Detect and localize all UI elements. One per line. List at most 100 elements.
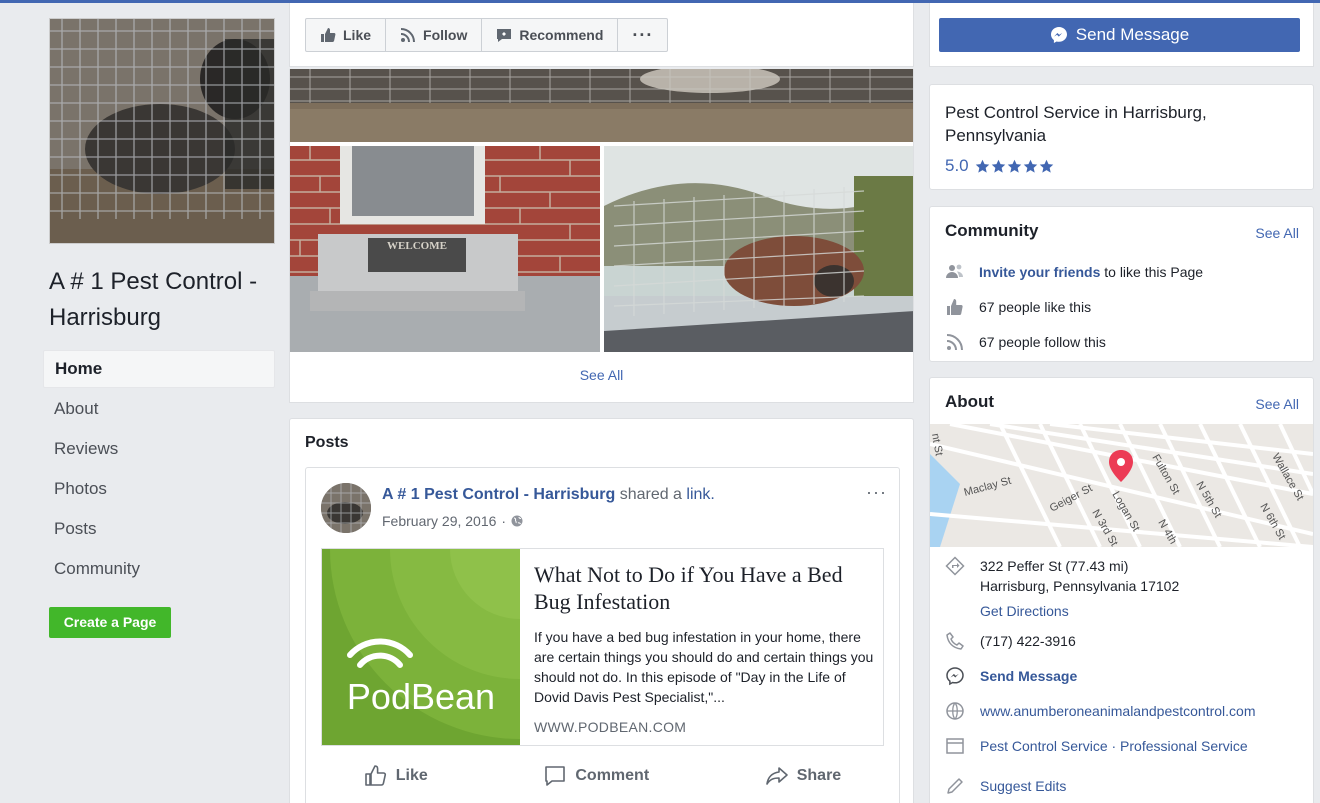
suggest-edits-row: Suggest Edits	[945, 776, 1066, 796]
star-icon	[1039, 159, 1053, 173]
about-see-all-link[interactable]: See All	[1255, 396, 1299, 412]
dot-separator: ·	[501, 513, 507, 529]
location-map[interactable]: Maclay St Geiger St Logan St N 3rd St Fu…	[930, 424, 1313, 547]
link-domain: WWW.PODBEAN.COM	[534, 719, 687, 735]
send-message-button[interactable]: Send Message	[939, 18, 1300, 52]
rating-stars	[975, 159, 1054, 174]
address-line-1: 322 Peffer St (77.43 mi)	[980, 558, 1129, 574]
phone-icon	[946, 632, 964, 650]
follow-page-button[interactable]: Follow	[386, 19, 483, 51]
nav-item-home[interactable]: Home	[43, 350, 275, 388]
page-title: A # 1 Pest Control - Harrisburg	[49, 268, 258, 331]
profile-picture[interactable]	[49, 18, 275, 244]
post-like-button[interactable]: Like	[364, 764, 428, 788]
follow-page-label: Follow	[423, 27, 468, 43]
post-comment-button[interactable]: Comment	[543, 764, 649, 788]
star-icon	[1007, 159, 1021, 173]
link-preview-card[interactable]: PodBean What Not to Do if You Have a Bed…	[321, 548, 884, 746]
doorstep-photo-image: WELCOME	[290, 146, 600, 352]
welcome-mat-text: WELCOME	[387, 240, 447, 252]
more-dots-icon: ···	[632, 24, 654, 45]
categories-link[interactable]: Pest Control Service · Professional Serv…	[980, 736, 1248, 756]
photo-welcome-mat[interactable]: WELCOME	[290, 146, 600, 352]
about-heading: About	[945, 392, 995, 411]
about-card: About See All Maclay St Geiger St Logan …	[929, 377, 1314, 803]
community-heading: Community	[945, 221, 1039, 240]
nav-item-reviews[interactable]: Reviews	[43, 430, 275, 470]
website-link[interactable]: www.anumberoneanimalandpestcontrol.com	[980, 701, 1255, 721]
messenger-icon	[1050, 27, 1067, 43]
address-row: 322 Peffer St (77.43 mi) Harrisburg, Pen…	[945, 556, 1179, 621]
star-icon	[1023, 159, 1037, 173]
rating-value: 5.0	[945, 156, 969, 175]
post-share-label: Share	[796, 767, 842, 784]
send-message-label: Send Message	[1075, 25, 1190, 44]
likes-count-row: 67 people like this	[945, 297, 1091, 317]
podbean-logo-text: PodBean	[347, 676, 495, 717]
nav-item-about[interactable]: About	[43, 390, 275, 430]
photo-cage-top[interactable]	[290, 69, 913, 142]
like-page-button[interactable]: Like	[306, 19, 387, 51]
address-line-2: Harrisburg, Pennsylvania 17102	[980, 578, 1180, 594]
like-outline-icon	[364, 765, 386, 786]
suggest-edits-link[interactable]: Suggest Edits	[980, 776, 1066, 796]
website-row: www.anumberoneanimalandpestcontrol.com	[945, 701, 1255, 721]
podbean-thumbnail: PodBean	[322, 549, 520, 745]
left-nav: Home About Reviews Photos Posts Communit…	[43, 350, 275, 590]
podbean-logo-image: PodBean	[322, 549, 520, 745]
send-message-link[interactable]: Send Message	[980, 666, 1077, 686]
street-map-image: Maclay St Geiger St Logan St N 3rd St Fu…	[930, 424, 1313, 547]
get-directions-link[interactable]: Get Directions	[980, 601, 1179, 621]
post-author-avatar[interactable]	[321, 483, 371, 533]
action-button-group: Like Follow Recommend ···	[305, 18, 669, 52]
phone-number[interactable]: (717) 422-3916	[980, 631, 1076, 651]
recommend-bubble-icon	[497, 29, 512, 42]
post-comment-label: Comment	[575, 767, 650, 784]
raccoon-trap-photo-image	[604, 146, 913, 352]
nav-item-photos[interactable]: Photos	[43, 470, 275, 510]
post-options-button[interactable]: ···	[866, 482, 887, 503]
post-date-text[interactable]: February 29, 2016	[382, 513, 496, 529]
star-icon	[991, 159, 1005, 173]
post-like-label: Like	[395, 767, 428, 784]
like-page-label: Like	[343, 27, 372, 43]
community-card: Community See All Invite your friends to…	[929, 206, 1314, 362]
invite-friends-row: Invite your friends to like this Page	[945, 262, 1203, 282]
post-header: A # 1 Pest Control - Harrisburg shared a…	[382, 486, 715, 504]
share-arrow-icon	[765, 767, 788, 785]
community-see-all-link[interactable]: See All	[1255, 225, 1299, 241]
follows-count-row: 67 people follow this	[945, 332, 1106, 352]
photo-trapped-raccoon[interactable]	[604, 146, 913, 352]
posts-card: Posts A # 1 Pest Control - Harrisburg sh…	[289, 418, 914, 803]
star-icon	[975, 159, 989, 173]
post-actions-bar: Like Comment Share	[306, 756, 899, 796]
more-actions-button[interactable]: ···	[618, 19, 667, 51]
recommend-label: Recommend	[519, 27, 604, 43]
categories-row: Pest Control Service · Professional Serv…	[945, 736, 1248, 756]
recommend-button[interactable]: Recommend	[482, 19, 619, 51]
rating[interactable]: 5.0	[945, 156, 1054, 176]
post-item: A # 1 Pest Control - Harrisburg shared a…	[305, 467, 900, 803]
globe-icon	[946, 702, 964, 720]
link-preview-text: What Not to Do if You Have a Bed Bug Inf…	[534, 561, 874, 735]
see-all-photos-link[interactable]: See All	[290, 367, 913, 383]
link-description: If you have a bed bug infestation in you…	[534, 629, 874, 705]
thumbs-up-icon	[947, 299, 963, 315]
page-action-bar: Like Follow Recommend ···	[289, 3, 914, 67]
send-message-bar: Send Message	[929, 3, 1314, 67]
raccoon-in-cage-image	[50, 19, 274, 243]
nav-item-community[interactable]: Community	[43, 550, 275, 590]
likes-count-text: 67 people like this	[979, 299, 1092, 315]
messenger-icon	[946, 667, 964, 686]
follows-count-text: 67 people follow this	[979, 334, 1106, 350]
post-timestamp: February 29, 2016 ·	[382, 513, 523, 529]
post-share-button[interactable]: Share	[765, 764, 841, 788]
shared-link-word[interactable]: link.	[686, 486, 714, 503]
link-title: What Not to Do if You Have a Bed Bug Inf…	[534, 562, 843, 614]
post-author-link[interactable]: A # 1 Pest Control - Harrisburg	[382, 486, 615, 503]
invite-friends-text: to like this Page	[1104, 264, 1204, 280]
category-location-text: Pest Control Service in Harrisburg, Penn…	[945, 103, 1207, 145]
nav-item-posts[interactable]: Posts	[43, 510, 275, 550]
create-page-button[interactable]: Create a Page	[49, 607, 171, 638]
invite-friends-link[interactable]: Invite your friends	[979, 264, 1100, 280]
